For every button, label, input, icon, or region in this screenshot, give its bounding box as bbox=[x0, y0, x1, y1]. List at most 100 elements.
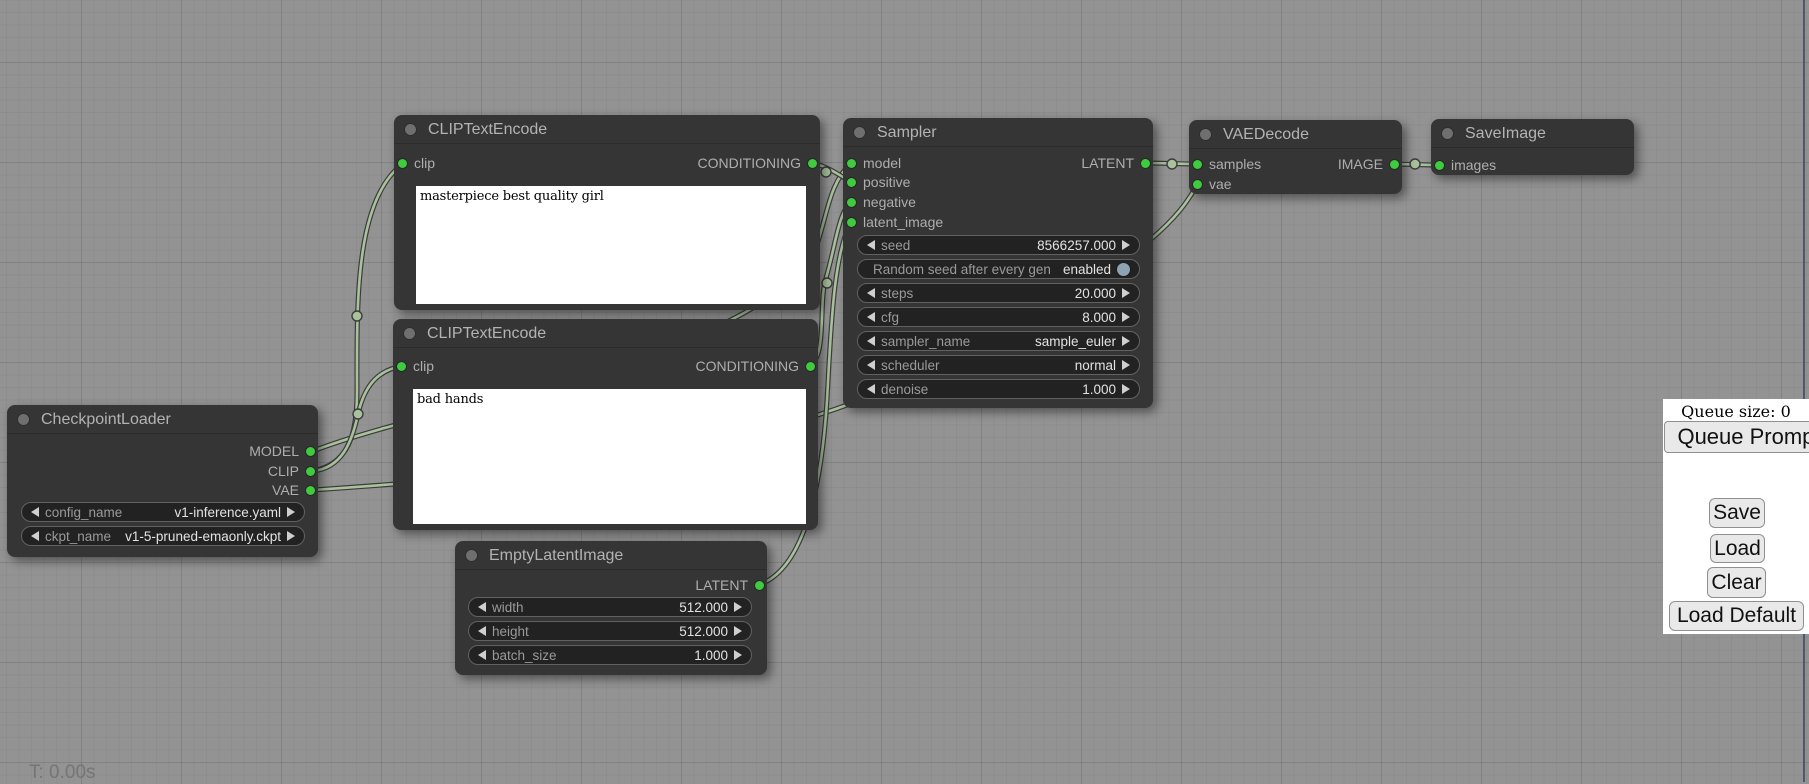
input-port-latent-image[interactable]: latent_image bbox=[847, 213, 943, 231]
port-dot-icon[interactable] bbox=[808, 159, 817, 168]
save-button[interactable]: Save bbox=[1709, 498, 1765, 528]
decrement-arrow-icon[interactable] bbox=[867, 384, 875, 394]
node-titlebar[interactable]: VAEDecode bbox=[1189, 120, 1402, 149]
widget-ckpt-name[interactable]: ckpt_name v1-5-pruned-emaonly.ckpt bbox=[21, 526, 305, 546]
node-titlebar[interactable]: EmptyLatentImage bbox=[455, 541, 767, 570]
widget-cfg[interactable]: cfg 8.000 bbox=[857, 307, 1140, 327]
decrement-arrow-icon[interactable] bbox=[867, 312, 875, 322]
widget-width[interactable]: width 512.000 bbox=[468, 597, 752, 617]
widget-denoise[interactable]: denoise 1.000 bbox=[857, 379, 1140, 399]
output-port-model[interactable]: MODEL bbox=[249, 442, 315, 460]
output-port-image[interactable]: IMAGE bbox=[1338, 155, 1399, 173]
port-dot-icon[interactable] bbox=[306, 486, 315, 495]
decrement-arrow-icon[interactable] bbox=[31, 531, 39, 541]
output-port-conditioning[interactable]: CONDITIONING bbox=[696, 357, 815, 375]
node-status-dot-icon bbox=[405, 124, 416, 135]
load-button[interactable]: Load bbox=[1710, 534, 1765, 563]
input-port-vae[interactable]: vae bbox=[1193, 175, 1232, 193]
widget-steps[interactable]: steps 20.000 bbox=[857, 283, 1140, 303]
increment-arrow-icon[interactable] bbox=[1122, 384, 1130, 394]
input-port-clip[interactable]: clip bbox=[397, 357, 434, 375]
input-port-negative[interactable]: negative bbox=[847, 193, 916, 211]
node-save-image[interactable]: SaveImage images bbox=[1431, 119, 1634, 175]
decrement-arrow-icon[interactable] bbox=[31, 507, 39, 517]
port-dot-icon[interactable] bbox=[847, 178, 856, 187]
input-port-images[interactable]: images bbox=[1435, 156, 1496, 174]
port-dot-icon[interactable] bbox=[306, 447, 315, 456]
node-titlebar[interactable]: CLIPTextEncode bbox=[394, 115, 820, 144]
decrement-arrow-icon[interactable] bbox=[478, 650, 486, 660]
widget-scheduler[interactable]: scheduler normal bbox=[857, 355, 1140, 375]
decrement-arrow-icon[interactable] bbox=[867, 240, 875, 250]
output-port-latent[interactable]: LATENT bbox=[1081, 154, 1150, 172]
port-dot-icon[interactable] bbox=[398, 159, 407, 168]
clear-button[interactable]: Clear bbox=[1707, 567, 1766, 598]
port-dot-icon[interactable] bbox=[1193, 160, 1202, 169]
decrement-arrow-icon[interactable] bbox=[867, 336, 875, 346]
increment-arrow-icon[interactable] bbox=[1122, 312, 1130, 322]
port-dot-icon[interactable] bbox=[306, 467, 315, 476]
increment-arrow-icon[interactable] bbox=[287, 531, 295, 541]
widget-config-name[interactable]: config_name v1-inference.yaml bbox=[21, 502, 305, 522]
widget-random-seed-toggle[interactable]: Random seed after every gen enabled bbox=[857, 259, 1140, 279]
port-dot-icon[interactable] bbox=[1435, 161, 1444, 170]
input-port-samples[interactable]: samples bbox=[1193, 155, 1261, 173]
increment-arrow-icon[interactable] bbox=[1122, 240, 1130, 250]
port-dot-icon[interactable] bbox=[755, 581, 764, 590]
graph-canvas[interactable]: { "canvas": { "timer_label": "T: 0.00s" … bbox=[0, 0, 1809, 782]
output-port-vae[interactable]: VAE bbox=[272, 481, 315, 499]
decrement-arrow-icon[interactable] bbox=[867, 288, 875, 298]
input-port-clip[interactable]: clip bbox=[398, 154, 435, 172]
widget-height[interactable]: height 512.000 bbox=[468, 621, 752, 641]
port-dot-icon[interactable] bbox=[847, 198, 856, 207]
input-port-positive[interactable]: positive bbox=[847, 173, 910, 191]
increment-arrow-icon[interactable] bbox=[287, 507, 295, 517]
node-titlebar[interactable]: Sampler bbox=[843, 118, 1153, 147]
increment-arrow-icon[interactable] bbox=[734, 626, 742, 636]
widget-batch-size[interactable]: batch_size 1.000 bbox=[468, 645, 752, 665]
increment-arrow-icon[interactable] bbox=[1122, 288, 1130, 298]
prompt-textarea[interactable]: masterpiece best quality girl bbox=[416, 186, 806, 304]
widget-seed[interactable]: seed 8566257.000 bbox=[857, 235, 1140, 255]
widget-value: 1.000 bbox=[563, 648, 728, 663]
decrement-arrow-icon[interactable] bbox=[478, 626, 486, 636]
increment-arrow-icon[interactable] bbox=[1122, 336, 1130, 346]
port-dot-icon[interactable] bbox=[847, 159, 856, 168]
input-port-model[interactable]: model bbox=[847, 154, 901, 172]
increment-arrow-icon[interactable] bbox=[734, 650, 742, 660]
increment-arrow-icon[interactable] bbox=[1122, 360, 1130, 370]
widget-value: v1-5-pruned-emaonly.ckpt bbox=[117, 529, 281, 544]
node-titlebar[interactable]: SaveImage bbox=[1431, 119, 1634, 148]
node-clip-text-encode-positive[interactable]: CLIPTextEncode clip CONDITIONING masterp… bbox=[394, 115, 820, 310]
widget-label: steps bbox=[881, 286, 913, 301]
port-dot-icon[interactable] bbox=[806, 362, 815, 371]
widget-label: ckpt_name bbox=[45, 529, 111, 544]
output-port-latent[interactable]: LATENT bbox=[695, 576, 764, 594]
output-port-conditioning[interactable]: CONDITIONING bbox=[698, 154, 817, 172]
port-dot-icon[interactable] bbox=[1390, 160, 1399, 169]
load-default-button[interactable]: Load Default bbox=[1669, 601, 1804, 631]
widget-label: cfg bbox=[881, 310, 899, 325]
widget-label: denoise bbox=[881, 382, 928, 397]
node-vae-decode[interactable]: VAEDecode samples vae IMAGE bbox=[1189, 120, 1402, 194]
port-dot-icon[interactable] bbox=[1141, 159, 1150, 168]
queue-prompt-button[interactable]: Queue Prompt bbox=[1664, 421, 1809, 453]
port-dot-icon[interactable] bbox=[397, 362, 406, 371]
port-label: samples bbox=[1209, 156, 1261, 172]
widget-sampler-name[interactable]: sampler_name sample_euler bbox=[857, 331, 1140, 351]
increment-arrow-icon[interactable] bbox=[734, 602, 742, 612]
node-sampler[interactable]: Sampler model positive negative latent_i… bbox=[843, 118, 1153, 408]
toggle-dot-icon[interactable] bbox=[1117, 263, 1130, 276]
node-titlebar[interactable]: CLIPTextEncode bbox=[393, 319, 818, 348]
output-port-clip[interactable]: CLIP bbox=[268, 462, 315, 480]
node-empty-latent-image[interactable]: EmptyLatentImage LATENT width 512.000 he… bbox=[455, 541, 767, 675]
port-dot-icon[interactable] bbox=[1193, 180, 1202, 189]
port-dot-icon[interactable] bbox=[847, 218, 856, 227]
prompt-textarea[interactable]: bad hands bbox=[413, 389, 806, 524]
decrement-arrow-icon[interactable] bbox=[478, 602, 486, 612]
widget-value: 512.000 bbox=[530, 600, 728, 615]
decrement-arrow-icon[interactable] bbox=[867, 360, 875, 370]
node-clip-text-encode-negative[interactable]: CLIPTextEncode clip CONDITIONING bad han… bbox=[393, 319, 818, 530]
node-titlebar[interactable]: CheckpointLoader bbox=[7, 405, 318, 434]
node-checkpoint-loader[interactable]: CheckpointLoader MODEL CLIP VAE config_n… bbox=[7, 405, 318, 557]
